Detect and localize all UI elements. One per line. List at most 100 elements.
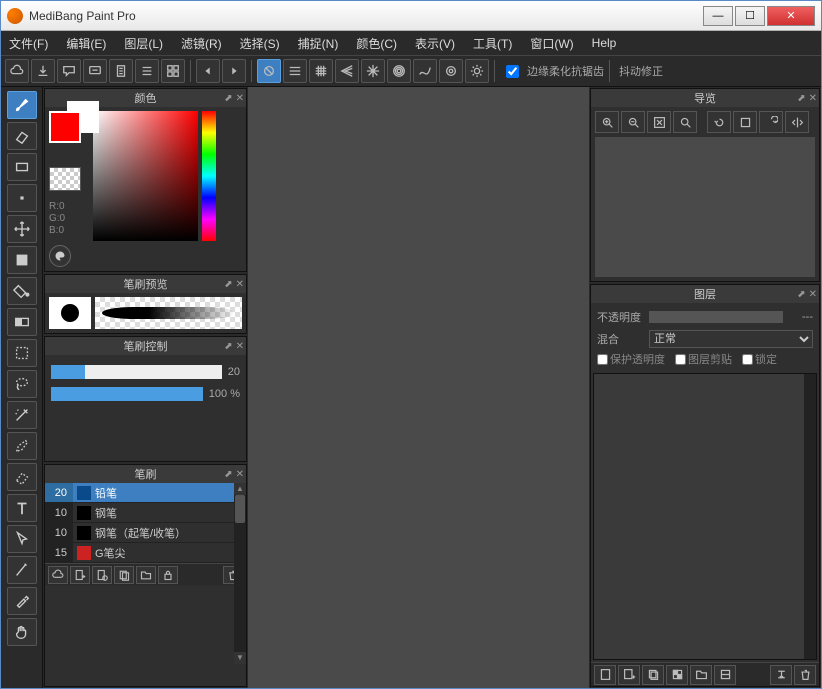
brush-item[interactable]: 15G笔尖 [45, 543, 246, 563]
close-panel-icon[interactable]: ✕ [236, 341, 244, 352]
eraser-tool[interactable] [7, 122, 37, 150]
divide-tool[interactable] [7, 556, 37, 584]
delete-layer-button[interactable] [794, 665, 816, 685]
new-layer-plus-button[interactable] [618, 665, 640, 685]
cloud-button[interactable] [5, 59, 29, 83]
hand-tool[interactable] [7, 618, 37, 646]
snap-settings-button[interactable] [439, 59, 463, 83]
undo-button[interactable] [196, 59, 220, 83]
dot-tool[interactable] [7, 184, 37, 212]
brush-size-slider[interactable] [51, 365, 222, 379]
lock-check[interactable]: 锁定 [742, 351, 777, 367]
antialias-checkbox[interactable] [506, 65, 519, 78]
menu-select[interactable]: 选择(S) [240, 35, 280, 52]
layer-opacity-slider[interactable] [649, 311, 783, 323]
brush-scrollbar[interactable]: ▲ ▼ [234, 483, 246, 664]
dup-layer-button[interactable] [642, 665, 664, 685]
zoom-fit-button[interactable] [647, 111, 671, 133]
rotate-reset-button[interactable] [733, 111, 757, 133]
grid-button[interactable] [161, 59, 185, 83]
foreground-color[interactable] [49, 111, 81, 143]
list-button[interactable] [135, 59, 159, 83]
menu-color[interactable]: 颜色(C) [356, 35, 397, 52]
menu-help[interactable]: Help [592, 36, 617, 50]
brush-lock-button[interactable] [158, 566, 178, 584]
snap-radial-button[interactable] [361, 59, 385, 83]
close-panel-icon[interactable]: ✕ [809, 93, 817, 104]
layer-list[interactable] [593, 373, 817, 660]
brush-item[interactable]: 20铅笔 [45, 483, 246, 503]
snap-curve-button[interactable] [413, 59, 437, 83]
minimize-button[interactable]: — [703, 6, 733, 26]
zoom-in-button[interactable] [595, 111, 619, 133]
clipping-check[interactable]: 图层剪贴 [675, 351, 732, 367]
lasso-tool[interactable] [7, 370, 37, 398]
folder-layer-button[interactable] [690, 665, 712, 685]
text-tool[interactable] [7, 494, 37, 522]
close-panel-icon[interactable]: ✕ [236, 469, 244, 480]
snap-parallel-button[interactable] [283, 59, 307, 83]
select-pen-tool[interactable] [7, 432, 37, 460]
detach-icon[interactable]: ⬈ [224, 93, 232, 104]
brush-item[interactable]: 10钢笔（起笔/收笔） [45, 523, 246, 543]
detach-icon[interactable]: ⬈ [224, 341, 232, 352]
new-layer-button[interactable] [594, 665, 616, 685]
brush-folder-button[interactable] [136, 566, 156, 584]
palette-icon[interactable] [49, 245, 71, 267]
bucket-tool[interactable] [7, 277, 37, 305]
rotate-cw-button[interactable] [759, 111, 783, 133]
color-picker[interactable] [93, 111, 198, 241]
transparent-swatch[interactable] [49, 167, 81, 191]
canvas-area[interactable] [248, 87, 589, 688]
chat-button[interactable] [83, 59, 107, 83]
close-panel-icon[interactable]: ✕ [236, 93, 244, 104]
move-tool[interactable] [7, 215, 37, 243]
menu-edit[interactable]: 编辑(E) [66, 35, 106, 52]
layer-scrollbar[interactable] [804, 374, 816, 659]
detach-icon[interactable]: ⬈ [224, 469, 232, 480]
select-eraser-tool[interactable] [7, 463, 37, 491]
menu-view[interactable]: 表示(V) [415, 35, 455, 52]
magic-wand-tool[interactable] [7, 401, 37, 429]
checker-layer-button[interactable] [666, 665, 688, 685]
zoom-actual-button[interactable] [673, 111, 697, 133]
snap-circle-button[interactable] [387, 59, 411, 83]
detach-icon[interactable]: ⬈ [224, 279, 232, 290]
shape-rect-tool[interactable] [7, 153, 37, 181]
brush-add-button[interactable] [70, 566, 90, 584]
close-panel-icon[interactable]: ✕ [236, 279, 244, 290]
brush-opacity-slider[interactable] [51, 387, 203, 401]
zoom-out-button[interactable] [621, 111, 645, 133]
menu-window[interactable]: 窗口(W) [530, 35, 573, 52]
scroll-up-icon[interactable]: ▲ [234, 483, 246, 495]
detach-icon[interactable]: ⬈ [797, 289, 805, 300]
menu-file[interactable]: 文件(F) [9, 35, 48, 52]
rotate-ccw-button[interactable] [707, 111, 731, 133]
settings-button[interactable] [465, 59, 489, 83]
redo-button[interactable] [222, 59, 246, 83]
hue-slider[interactable] [202, 111, 216, 241]
menu-filter[interactable]: 滤镜(R) [181, 35, 222, 52]
menu-layer[interactable]: 图层(L) [124, 35, 163, 52]
menu-snap[interactable]: 捕捉(N) [298, 35, 339, 52]
gradient-tool[interactable] [7, 308, 37, 336]
brush-dup-button[interactable] [114, 566, 134, 584]
brush-item[interactable]: 10钢笔 [45, 503, 246, 523]
flip-button[interactable] [785, 111, 809, 133]
export-button[interactable] [31, 59, 55, 83]
scroll-down-icon[interactable]: ▼ [234, 652, 246, 664]
scroll-thumb[interactable] [235, 495, 245, 523]
document-button[interactable] [109, 59, 133, 83]
brush-cloud-button[interactable] [48, 566, 68, 584]
comment-button[interactable] [57, 59, 81, 83]
eyedropper-tool[interactable] [7, 587, 37, 615]
merge-layer-button[interactable] [770, 665, 792, 685]
operation-tool[interactable] [7, 525, 37, 553]
snap-off-button[interactable] [257, 59, 281, 83]
close-panel-icon[interactable]: ✕ [809, 289, 817, 300]
protect-alpha-check[interactable]: 保护透明度 [597, 351, 665, 367]
select-rect-tool[interactable] [7, 339, 37, 367]
clip-layer-button[interactable] [714, 665, 736, 685]
blend-mode-select[interactable]: 正常 [649, 330, 813, 348]
brush-add2-button[interactable] [92, 566, 112, 584]
